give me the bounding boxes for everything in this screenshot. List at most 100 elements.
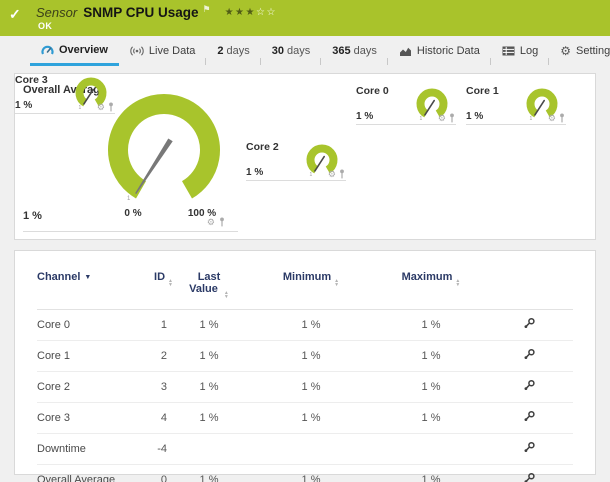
gear-icon[interactable]: ⚙ bbox=[328, 169, 336, 179]
pin-icon[interactable] bbox=[107, 102, 115, 112]
tab-label: 30 days bbox=[271, 45, 311, 57]
tab-30-days[interactable]: 30 days bbox=[261, 36, 322, 66]
tab-label: Log bbox=[519, 45, 539, 57]
gauge-corner-icons: ⚙ bbox=[328, 169, 346, 179]
prtg-sensor-page: ✓ Sensor SNMP CPU Usage ⚑ ★★★☆☆ OK Overview… bbox=[0, 0, 610, 482]
channel-name[interactable]: Core 1 bbox=[37, 340, 145, 372]
star-empty-icon[interactable]: ☆ bbox=[256, 7, 266, 18]
gauge-card-core-1: Core 1 1 1 % ⚙ bbox=[466, 85, 566, 125]
gear-icon[interactable]: ⚙ bbox=[97, 102, 105, 112]
tab-bar: Overview Live Data 2 days 30 days 365 days Histo… bbox=[0, 36, 610, 66]
overall-average-gauge: 1 bbox=[104, 90, 224, 210]
column-header-last-value[interactable]: Last Value ▲ ▼ bbox=[173, 271, 245, 310]
pin-icon[interactable] bbox=[448, 113, 456, 123]
channel-name[interactable]: Core 2 bbox=[37, 371, 145, 403]
sort-icon: ▲ ▼ bbox=[223, 290, 229, 300]
log-icon bbox=[502, 46, 515, 56]
gauge-card-core-3: Core 3 1 1 % ⚙ bbox=[15, 74, 115, 114]
star-filled-icon[interactable]: ★ bbox=[246, 7, 256, 18]
star-empty-icon[interactable]: ☆ bbox=[266, 7, 276, 18]
table-row-downtime: Downtime -4 bbox=[37, 433, 573, 465]
column-header-id[interactable]: ID ▲ ▼ bbox=[145, 271, 173, 310]
channel-name[interactable]: Core 3 bbox=[37, 402, 145, 434]
minimum-value: 1 % bbox=[245, 309, 377, 341]
divider bbox=[23, 231, 238, 232]
maximum-value bbox=[377, 433, 485, 465]
sort-icon: ▲ ▼ bbox=[455, 278, 461, 288]
gauge-icon bbox=[41, 44, 54, 56]
channel-name[interactable]: Core 0 bbox=[37, 309, 145, 341]
gear-icon[interactable]: ⚙ bbox=[548, 113, 556, 123]
sort-icon: ▲ ▼ bbox=[168, 278, 173, 288]
table-row-overall-average: Overall Average 0 1 % 1 % 1 % bbox=[37, 464, 573, 482]
wrench-icon[interactable] bbox=[523, 348, 536, 364]
gauge-title: Core 1 bbox=[466, 85, 499, 97]
gauge-corner-icons: ⚙ bbox=[97, 102, 115, 112]
maximum-value: 1 % bbox=[377, 371, 485, 403]
tab-live-data[interactable]: Live Data bbox=[119, 36, 207, 66]
wrench-icon[interactable] bbox=[523, 472, 536, 482]
channel-id: 0 bbox=[145, 464, 173, 482]
minimum-value: 1 % bbox=[245, 371, 377, 403]
column-header-channel[interactable]: Channel ▼ bbox=[37, 271, 145, 310]
column-header-maximum[interactable]: Maximum ▲ ▼ bbox=[377, 271, 485, 310]
maximum-value: 1 % bbox=[377, 464, 485, 482]
sensor-heading: Sensor SNMP CPU Usage ⚑ ★★★☆☆ bbox=[36, 4, 277, 22]
gauge-value: 1 % bbox=[246, 167, 264, 178]
gear-icon: ⚙ bbox=[560, 44, 571, 58]
wrench-icon[interactable] bbox=[523, 441, 536, 457]
gauge-value: 1 % bbox=[15, 100, 33, 111]
tab-overview[interactable]: Overview bbox=[30, 36, 119, 66]
gauge-value: 1 % bbox=[23, 210, 42, 222]
channels-panel: Channel ▼ ID ▲ ▼ Last Value ▲ ▼ Minimum ▲ ▼ Maximu… bbox=[14, 250, 596, 482]
pin-icon[interactable] bbox=[558, 113, 566, 123]
gauge-card-core-2: Core 2 1 1 % ⚙ bbox=[246, 141, 346, 181]
svg-text:1: 1 bbox=[530, 116, 533, 122]
svg-text:1: 1 bbox=[79, 105, 82, 111]
star-filled-icon[interactable]: ★ bbox=[235, 7, 245, 18]
sensor-title: SNMP CPU Usage bbox=[83, 5, 199, 20]
minimum-value: 1 % bbox=[245, 340, 377, 372]
gauge-title: Core 0 bbox=[356, 85, 389, 97]
minimum-value: 1 % bbox=[245, 402, 377, 434]
tab-log[interactable]: Log bbox=[491, 36, 550, 66]
channel-id: 4 bbox=[145, 402, 173, 434]
tab-2-days[interactable]: 2 days bbox=[206, 36, 262, 66]
column-header-minimum[interactable]: Minimum ▲ ▼ bbox=[245, 271, 377, 310]
priority-stars[interactable]: ★★★☆☆ bbox=[225, 7, 277, 18]
pin-icon[interactable] bbox=[218, 217, 226, 227]
star-filled-icon[interactable]: ★ bbox=[225, 7, 235, 18]
table-row-core-1: Core 121 % 1 % 1 % bbox=[37, 340, 573, 372]
gauge-value: 1 % bbox=[356, 111, 374, 122]
gear-icon[interactable]: ⚙ bbox=[207, 217, 215, 227]
broadcast-icon bbox=[130, 45, 144, 57]
channel-id: 1 bbox=[145, 309, 173, 341]
minimum-value bbox=[245, 433, 377, 465]
last-value: 1 % bbox=[173, 464, 245, 482]
sensor-status-bar: ✓ Sensor SNMP CPU Usage ⚑ ★★★☆☆ OK bbox=[0, 0, 610, 36]
table-row-core-3: Core 341 % 1 % 1 % bbox=[37, 402, 573, 434]
sensor-kind-label: Sensor bbox=[36, 5, 78, 20]
tab-historic-data[interactable]: Historic Data bbox=[388, 36, 491, 66]
last-value bbox=[173, 433, 245, 465]
channel-name[interactable]: Overall Average bbox=[37, 464, 145, 482]
pin-icon[interactable] bbox=[338, 169, 346, 179]
wrench-icon[interactable] bbox=[523, 379, 536, 395]
gauges-panel: Overall Average 1 0 % 100 % 1 % ⚙ Core 0… bbox=[14, 73, 596, 240]
sort-desc-icon: ▼ bbox=[84, 274, 92, 281]
gauge-corner-icons: ⚙ bbox=[438, 113, 456, 123]
last-value: 1 % bbox=[173, 402, 245, 434]
column-header-actions bbox=[485, 271, 573, 310]
wrench-icon[interactable] bbox=[523, 317, 536, 333]
tab-settings[interactable]: ⚙ Settings bbox=[549, 36, 610, 66]
tab-365-days[interactable]: 365 days bbox=[321, 36, 388, 66]
channels-table: Channel ▼ ID ▲ ▼ Last Value ▲ ▼ Minimum ▲ ▼ Maximu… bbox=[37, 271, 573, 482]
channel-name[interactable]: Downtime bbox=[37, 433, 145, 465]
channel-id: 3 bbox=[145, 371, 173, 403]
wrench-icon[interactable] bbox=[523, 410, 536, 426]
gear-icon[interactable]: ⚙ bbox=[438, 113, 446, 123]
gauge-min-label: 0 % bbox=[124, 208, 142, 219]
table-row-core-0: Core 011 % 1 % 1 % bbox=[37, 309, 573, 341]
flag-icon[interactable]: ⚑ bbox=[203, 4, 211, 14]
gauge-title: Core 2 bbox=[246, 141, 279, 153]
